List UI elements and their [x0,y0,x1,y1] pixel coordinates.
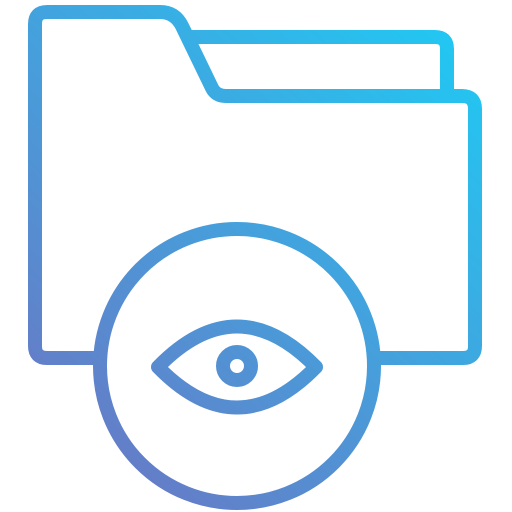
folder-icon [28,5,482,365]
eye-icon [151,319,323,415]
folder-view-icon [28,5,482,510]
icon-canvas [0,0,512,512]
eye-pupil [216,345,258,387]
folder-back-sheet [183,30,454,103]
lens-circle [93,222,381,510]
